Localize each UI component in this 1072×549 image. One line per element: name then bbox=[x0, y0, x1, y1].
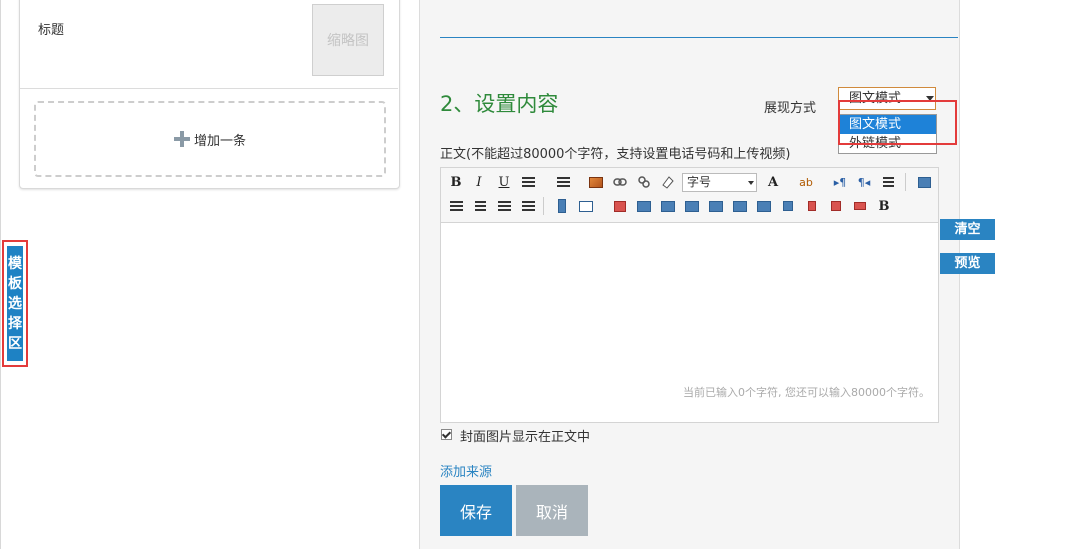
toolbar-separator bbox=[905, 173, 906, 191]
add-item-label: 增加一条 bbox=[193, 133, 246, 149]
unordered-list-icon[interactable] bbox=[519, 173, 537, 191]
align-left-icon[interactable] bbox=[447, 197, 465, 215]
body-hint: 正文(不能超过80000个字符，支持设置电话号码和上传视频) bbox=[440, 147, 791, 162]
card-divider bbox=[20, 88, 398, 89]
article-title[interactable]: 标题 bbox=[38, 19, 64, 38]
cover-image-label: 封面图片显示在正文中 bbox=[460, 430, 591, 445]
template-tab-char: 择 bbox=[8, 315, 22, 332]
cover-image-checkbox[interactable] bbox=[441, 429, 452, 440]
clear-button[interactable]: 清空 bbox=[940, 219, 995, 240]
template-tab-char: 选 bbox=[8, 295, 22, 312]
template-select-tab[interactable]: 模 板 选 择 区 bbox=[2, 240, 28, 367]
unlink-icon[interactable] bbox=[635, 173, 653, 191]
font-color-button[interactable]: A bbox=[764, 173, 782, 191]
italic-button[interactable]: I bbox=[470, 173, 488, 191]
cancel-button[interactable]: 取消 bbox=[516, 485, 588, 536]
template-tab-char: 模 bbox=[8, 255, 22, 272]
section-title: 2、设置内容 bbox=[440, 92, 559, 116]
delete-column-icon[interactable] bbox=[707, 197, 725, 215]
eraser-icon[interactable] bbox=[659, 173, 677, 191]
left-divider bbox=[0, 0, 1, 549]
add-item-button[interactable]: 增加一条 bbox=[34, 101, 386, 177]
merge-cells-icon[interactable] bbox=[731, 197, 749, 215]
split-cells-icon[interactable] bbox=[755, 197, 773, 215]
page-break-icon[interactable] bbox=[553, 197, 571, 215]
template-tab-char: 区 bbox=[8, 335, 22, 352]
insert-column-icon[interactable] bbox=[659, 197, 677, 215]
table-icon[interactable] bbox=[577, 197, 595, 215]
underline-button[interactable]: U bbox=[495, 173, 513, 191]
bold-alt-button[interactable]: B bbox=[875, 197, 893, 215]
toolbar-separator bbox=[543, 197, 544, 215]
template-tab-char: 板 bbox=[8, 275, 22, 292]
dropdown-highlight-box bbox=[838, 100, 957, 145]
insert-paragraph-icon[interactable] bbox=[803, 197, 821, 215]
delete-row-icon[interactable] bbox=[683, 197, 701, 215]
char-counter: 当前已输入0个字符, 您还可以输入80000个字符。 bbox=[683, 386, 930, 399]
template-select-label: 模 板 选 择 区 bbox=[7, 246, 23, 361]
rich-text-editor: B I U 字号 A ab ▸¶ ¶◂ B 当前已输入0个字符, 您还可以输入8… bbox=[440, 167, 939, 423]
para-rtl-button[interactable]: ¶◂ bbox=[855, 173, 873, 191]
para-ltr-button[interactable]: ▸¶ bbox=[831, 173, 849, 191]
save-button[interactable]: 保存 bbox=[440, 485, 512, 536]
add-source-link[interactable]: 添加来源 bbox=[440, 461, 492, 480]
bold-button[interactable]: B bbox=[447, 173, 465, 191]
backcolor-button[interactable]: ab bbox=[797, 173, 815, 191]
split-row-icon[interactable] bbox=[779, 197, 797, 215]
thumbnail-placeholder[interactable]: 缩略图 bbox=[312, 4, 384, 76]
align-center-icon[interactable] bbox=[471, 197, 489, 215]
font-size-select[interactable]: 字号 bbox=[682, 173, 757, 192]
section-divider bbox=[440, 37, 958, 38]
indent-icon[interactable] bbox=[879, 173, 897, 191]
insert-row-icon[interactable] bbox=[635, 197, 653, 215]
insert-image-icon[interactable] bbox=[587, 173, 605, 191]
align-right-icon[interactable] bbox=[495, 197, 513, 215]
editor-content-area[interactable]: 当前已输入0个字符, 您还可以输入80000个字符。 bbox=[441, 223, 938, 403]
editor-toolbar: B I U 字号 A ab ▸¶ ¶◂ B bbox=[441, 168, 938, 223]
link-icon[interactable] bbox=[611, 173, 629, 191]
delete-table-icon[interactable] bbox=[611, 197, 629, 215]
chevron-down-icon bbox=[748, 181, 754, 185]
table-properties-icon[interactable] bbox=[851, 197, 869, 215]
preview-button[interactable]: 预览 bbox=[940, 253, 995, 274]
insert-paragraph-after-icon[interactable] bbox=[827, 197, 845, 215]
align-justify-icon[interactable] bbox=[519, 197, 537, 215]
plus-icon bbox=[173, 131, 190, 147]
display-mode-label: 展现方式 bbox=[764, 101, 817, 116]
preview-icon[interactable] bbox=[915, 173, 933, 191]
ordered-list-icon[interactable] bbox=[554, 173, 572, 191]
